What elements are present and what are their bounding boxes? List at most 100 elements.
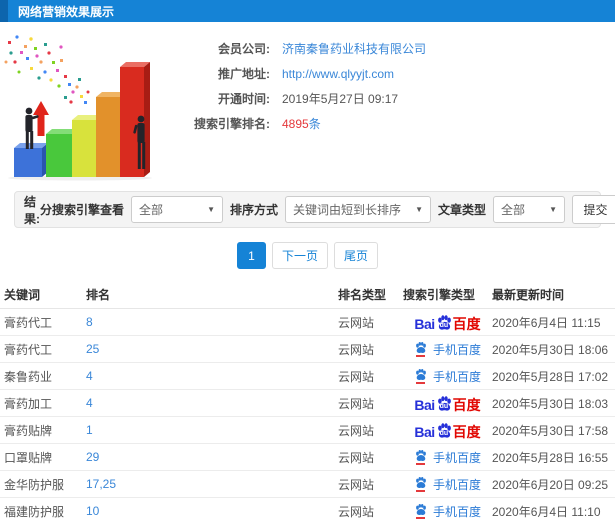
article-type-select-value: 全部	[501, 203, 526, 217]
company-label: 会员公司:	[218, 42, 270, 56]
last-page-button[interactable]: 尾页	[334, 242, 379, 269]
rank-link[interactable]: 4	[86, 396, 338, 410]
mobile-baidu-paw-icon	[414, 476, 428, 492]
promo-url-label: 推广地址:	[218, 67, 270, 81]
updated-cell: 2020年5月28日 17:02	[492, 369, 609, 384]
updated-cell: 2020年6月20日 09:25	[492, 477, 609, 492]
header-keyword: 关键词	[4, 288, 41, 302]
open-time-value: 2019年5月27日 09:17	[282, 92, 399, 106]
baidu-logo: Bai du 百度	[414, 314, 481, 332]
rank-type-cell: 云网站	[338, 342, 375, 357]
keyword-cell: 秦鲁药业	[4, 369, 53, 384]
promo-url-link[interactable]: http://www.qlyyjt.com	[282, 67, 394, 81]
summary-section: 会员公司: 济南秦鲁药业科技有限公司 推广地址: http://www.qlyy…	[0, 22, 615, 182]
engine-cell: Bai du 百度	[403, 314, 492, 331]
chevron-down-icon: ▼	[415, 205, 424, 214]
updated-cell: 2020年6月4日 11:15	[492, 315, 601, 330]
rank-link[interactable]: 10	[86, 504, 338, 518]
page-1-button[interactable]: 1	[236, 242, 266, 269]
rank-link[interactable]: 29	[86, 450, 338, 464]
rank-link[interactable]: 8	[86, 315, 338, 329]
keyword-cell: 膏药代工	[4, 342, 53, 357]
open-time-label: 开通时间:	[218, 92, 270, 106]
engine-select[interactable]: 全部 ▼	[131, 196, 223, 223]
table-header: 关键词 排名 排名类型 搜索引擎类型 最新更新时间	[0, 281, 615, 309]
mobile-baidu-paw-icon	[414, 368, 428, 384]
table-row: 金华防护服 17,25 云网站 手机百度 2020年6月20日 09:25	[0, 471, 615, 498]
keyword-cell: 膏药代工	[4, 315, 53, 330]
page-title: 网络营销效果展示	[18, 4, 115, 19]
result-label: 结果:	[24, 194, 40, 226]
bar-red	[120, 62, 150, 177]
updated-cell: 2020年5月28日 16:55	[492, 450, 609, 465]
company-link[interactable]: 济南秦鲁药业科技有限公司	[282, 40, 426, 57]
engine-cell: 手机百度	[403, 341, 492, 358]
rank-link[interactable]: 1	[86, 423, 338, 437]
engine-select-value: 全部	[139, 203, 164, 217]
rank-link[interactable]: 4	[86, 369, 338, 383]
rank-type-cell: 云网站	[338, 396, 375, 411]
header-updated: 最新更新时间	[492, 288, 565, 302]
mobile-baidu-badge: 手机百度	[414, 341, 481, 358]
title-bar-accent	[0, 0, 8, 22]
table-row: 秦鲁药业 4 云网站 手机百度 2020年5月28日 17:02	[0, 363, 615, 390]
engine-cell: Bai du 百度	[403, 395, 492, 412]
updated-cell: 2020年6月4日 11:10	[492, 504, 601, 519]
mobile-baidu-badge: 手机百度	[414, 503, 481, 520]
article-type-select[interactable]: 全部 ▼	[493, 196, 566, 223]
table-row: 膏药代工 8 云网站 Bai du 百度 2020年6月4日 11:15	[0, 309, 615, 336]
table-row: 膏药加工 4 云网站 Bai du 百度 2020年5月30日 18:03	[0, 390, 615, 417]
title-bar: 网络营销效果展示	[0, 0, 615, 22]
confetti-dots	[4, 35, 90, 104]
filter-controls: 分搜索引擎查看 全部 ▼ 排序方式 关键词由短到长排序 ▼ 文章类型 全部 ▼ …	[40, 195, 615, 224]
rank-link[interactable]: 25	[86, 342, 338, 356]
engine-cell: 手机百度	[403, 449, 492, 466]
rank-link[interactable]: 17,25	[86, 477, 338, 491]
baidu-logo: Bai du 百度	[414, 395, 481, 413]
submit-button[interactable]: 提交	[572, 195, 615, 224]
header-rank: 排名	[86, 288, 111, 302]
rank-type-cell: 云网站	[338, 450, 375, 465]
rank-type-cell: 云网站	[338, 315, 375, 330]
baidu-paw-icon: du	[436, 422, 453, 439]
keyword-cell: 膏药加工	[4, 396, 53, 411]
header-rank-type: 排名类型	[338, 288, 387, 302]
ranking-table: 关键词 排名 排名类型 搜索引擎类型 最新更新时间 膏药代工 8 云网站 Bai…	[0, 281, 615, 520]
updated-cell: 2020年5月30日 17:58	[492, 423, 609, 438]
engine-filter-label: 分搜索引擎查看	[39, 203, 124, 217]
sort-filter-label: 排序方式	[230, 203, 279, 217]
baidu-paw-icon: du	[436, 314, 453, 331]
info-row-url: 推广地址: http://www.qlyyjt.com	[178, 61, 426, 86]
rank-type-cell: 云网站	[338, 477, 375, 492]
header-engine-type: 搜索引擎类型	[403, 288, 476, 302]
mobile-baidu-badge: 手机百度	[414, 449, 481, 466]
article-type-label: 文章类型	[438, 203, 487, 217]
up-arrow	[33, 101, 49, 136]
engine-cell: Bai du 百度	[403, 422, 492, 439]
company-info: 会员公司: 济南秦鲁药业科技有限公司 推广地址: http://www.qlyy…	[178, 31, 426, 182]
next-page-button[interactable]: 下一页	[271, 242, 328, 269]
rank-count-label: 搜索引擎排名:	[194, 117, 270, 131]
table-row: 膏药代工 25 云网站 手机百度 2020年5月30日 18:06	[0, 336, 615, 363]
chevron-down-icon: ▼	[549, 205, 558, 214]
mobile-baidu-paw-icon	[414, 449, 428, 465]
mobile-baidu-badge: 手机百度	[414, 368, 481, 385]
info-row-rank-count: 搜索引擎排名: 4895条	[178, 111, 426, 136]
table-row: 福建防护服 10 云网站 手机百度 2020年6月4日 11:10	[0, 498, 615, 520]
keyword-cell: 福建防护服	[4, 504, 65, 519]
updated-cell: 2020年5月30日 18:06	[492, 342, 609, 357]
baidu-paw-icon: du	[436, 395, 453, 412]
engine-cell: 手机百度	[403, 476, 492, 493]
table-row: 膏药贴牌 1 云网站 Bai du 百度 2020年5月30日 17:58	[0, 417, 615, 444]
info-row-open-time: 开通时间: 2019年5月27日 09:17	[178, 86, 426, 111]
rank-type-cell: 云网站	[338, 369, 375, 384]
rank-type-cell: 云网站	[338, 423, 375, 438]
sort-select[interactable]: 关键词由短到长排序 ▼	[285, 196, 432, 223]
rank-count-value: 4895条	[282, 117, 321, 131]
updated-cell: 2020年5月30日 18:03	[492, 396, 609, 411]
keyword-cell: 金华防护服	[4, 477, 65, 492]
keyword-cell: 口罩贴牌	[4, 450, 53, 465]
sort-select-value: 关键词由短到长排序	[293, 203, 402, 217]
chevron-down-icon: ▼	[207, 205, 215, 214]
mobile-baidu-badge: 手机百度	[414, 476, 481, 493]
